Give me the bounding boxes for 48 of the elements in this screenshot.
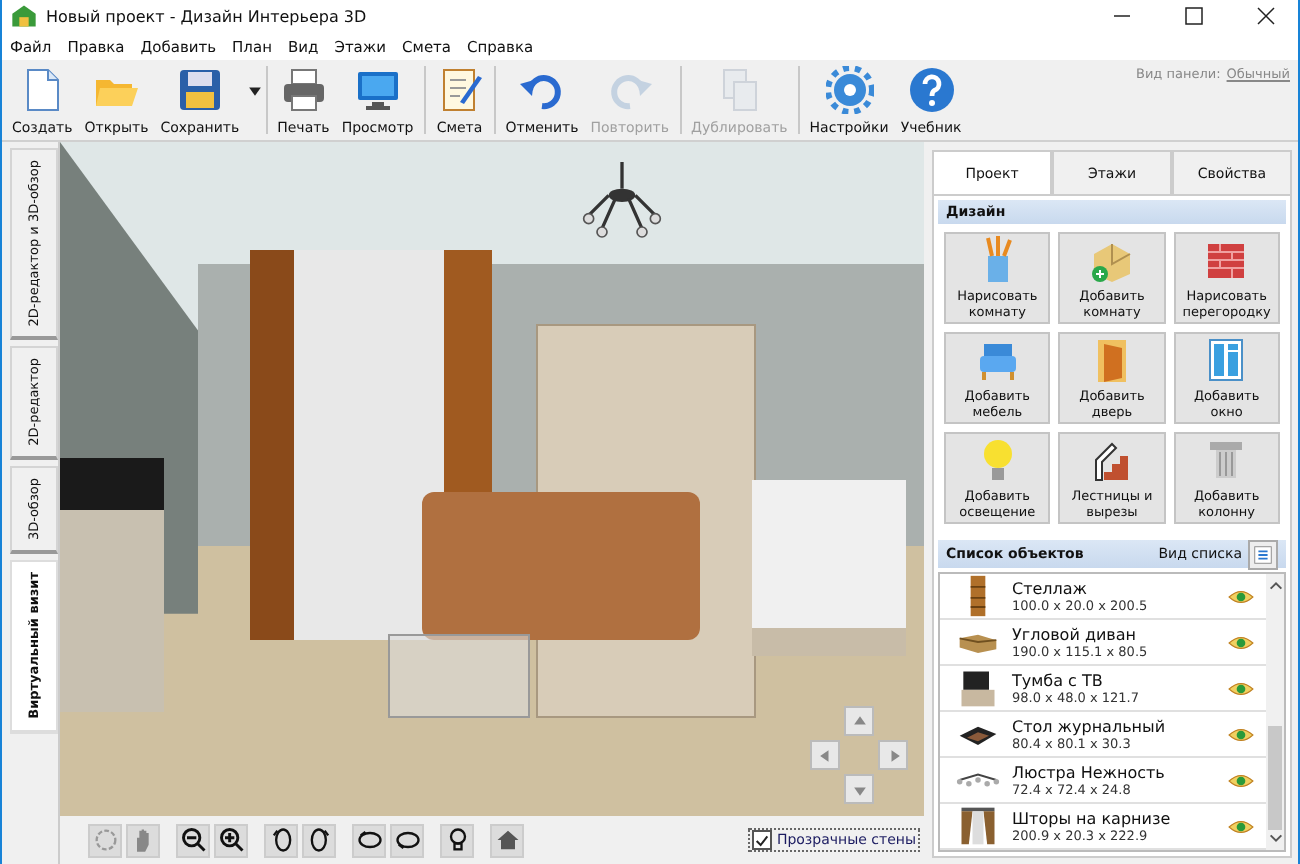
zoom-out-button[interactable] <box>176 823 210 857</box>
arrow-right-button[interactable] <box>878 740 908 770</box>
turn-left-button[interactable] <box>264 823 298 857</box>
monitor-icon <box>353 66 402 114</box>
arrow-left-button[interactable] <box>810 740 840 770</box>
arrow-left-icon <box>815 745 835 765</box>
curtains-icon <box>956 804 1000 848</box>
arrow-up-button[interactable] <box>844 706 874 736</box>
close-icon[interactable] <box>1254 4 1278 28</box>
home-button[interactable] <box>490 823 524 857</box>
zoom-in-button[interactable] <box>214 823 248 857</box>
tv-stand-icon <box>956 666 1000 710</box>
zoom-out-icon <box>179 826 207 854</box>
arrow-down-button[interactable] <box>844 774 874 804</box>
object-name[interactable]: Угловой диван <box>1012 625 1216 643</box>
scrollbar[interactable] <box>1266 574 1284 850</box>
zoom-in-icon <box>217 826 245 854</box>
gear-icon <box>825 66 874 114</box>
light-bulb-button[interactable] <box>440 823 474 857</box>
window-title: Новый проект - Дизайн Интерьера 3D <box>46 7 369 25</box>
list-icon <box>1252 543 1274 565</box>
object-name[interactable]: Люстра Нежность <box>1012 763 1216 781</box>
scroll-down-icon[interactable] <box>1267 830 1283 846</box>
room-3d-view[interactable] <box>60 142 924 816</box>
app-logo-icon <box>10 2 38 30</box>
coffee-table-drawing <box>388 634 531 719</box>
turn-right-icon <box>305 826 333 854</box>
dropdown-caret-icon[interactable] <box>247 83 262 97</box>
hand-button[interactable] <box>126 823 160 857</box>
object-name[interactable]: Шторы на карнизе <box>1012 809 1216 827</box>
help-icon <box>907 66 956 114</box>
object-name[interactable]: Тумба с ТВ <box>1012 671 1216 689</box>
home-icon <box>493 826 521 854</box>
maximize-icon[interactable] <box>1182 4 1206 28</box>
turn-left-icon <box>267 826 295 854</box>
scroll-up-icon[interactable] <box>1267 578 1283 594</box>
object-name[interactable]: Стол журнальный <box>1012 717 1216 735</box>
checkmark-icon <box>754 831 771 849</box>
printer-icon <box>279 66 328 114</box>
arrow-up-icon <box>849 711 869 731</box>
tilt-up-button[interactable] <box>352 823 386 857</box>
object-name[interactable]: Стеллаж <box>1012 579 1216 597</box>
rotate-icon <box>91 826 119 854</box>
tilt-down-icon <box>393 826 421 854</box>
turn-right-button[interactable] <box>302 823 336 857</box>
list-view-button[interactable] <box>1248 539 1278 569</box>
tilt-up-icon <box>355 826 383 854</box>
tilt-down-button[interactable] <box>390 823 424 857</box>
